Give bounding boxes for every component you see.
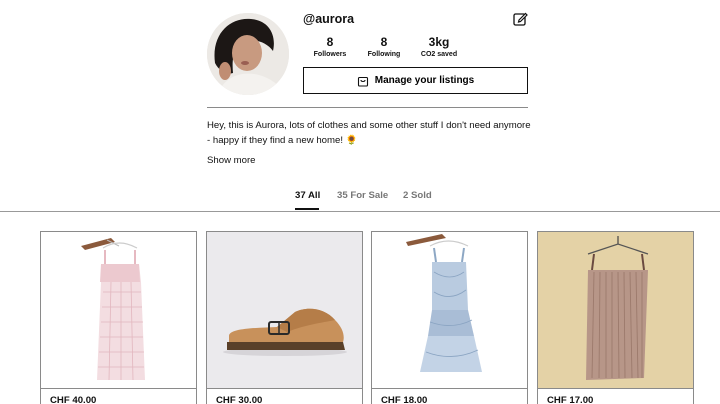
card-divider xyxy=(372,388,527,389)
card-divider xyxy=(538,388,693,389)
profile-photo xyxy=(207,13,289,95)
active-tab-indicator xyxy=(295,208,319,210)
listing-price: CHF 17.00 xyxy=(547,395,594,404)
listing-image xyxy=(207,232,362,388)
dress-image xyxy=(538,232,693,388)
card-divider xyxy=(207,388,362,389)
listing-price: CHF 18.00 xyxy=(381,395,428,404)
tab-all[interactable]: 37 All xyxy=(295,190,320,201)
stat-value: 8 xyxy=(326,35,334,49)
manage-listings-button[interactable]: Manage your listings xyxy=(303,67,528,94)
dress-image xyxy=(372,232,527,388)
stat-label: Following xyxy=(367,51,401,58)
edit-profile-button[interactable] xyxy=(512,11,528,27)
tab-sold[interactable]: 2 Sold xyxy=(403,190,432,201)
listing-card[interactable]: CHF 17.00 xyxy=(537,231,694,404)
tab-for-sale[interactable]: 35 For Sale xyxy=(337,190,388,201)
stat-following[interactable]: 8 Following xyxy=(354,36,414,59)
listing-image xyxy=(538,232,693,388)
profile-bio: Hey, this is Aurora, lots of clothes and… xyxy=(207,120,531,146)
listing-image xyxy=(372,232,527,388)
stat-co2-saved: 3kg CO2 saved xyxy=(409,36,469,59)
show-more-link[interactable]: Show more xyxy=(207,155,256,166)
stat-followers[interactable]: 8 Followers xyxy=(300,36,360,59)
avatar xyxy=(207,13,289,95)
edit-icon xyxy=(513,12,528,26)
card-divider xyxy=(41,388,196,389)
stat-value: 8 xyxy=(380,35,388,49)
shopping-bag-icon xyxy=(357,76,368,87)
stat-label: CO2 saved xyxy=(420,51,458,58)
listing-tabs: 37 All 35 For Sale 2 Sold xyxy=(0,190,720,212)
listing-price: CHF 40.00 xyxy=(50,395,97,404)
stat-value: 3kg xyxy=(428,35,450,49)
username: @aurora xyxy=(303,12,355,26)
dress-image xyxy=(41,232,196,388)
listing-card[interactable]: CHF 18.00 xyxy=(371,231,528,404)
tabs-divider xyxy=(0,211,720,212)
clog-image xyxy=(207,232,362,388)
listing-image xyxy=(41,232,196,388)
stat-label: Followers xyxy=(313,51,347,58)
listing-card[interactable]: CHF 40.00 xyxy=(40,231,197,404)
manage-listings-label: Manage your listings xyxy=(374,75,475,86)
listing-card[interactable]: CHF 30.00 xyxy=(206,231,363,404)
listing-price: CHF 30.00 xyxy=(216,395,263,404)
divider xyxy=(207,107,528,108)
